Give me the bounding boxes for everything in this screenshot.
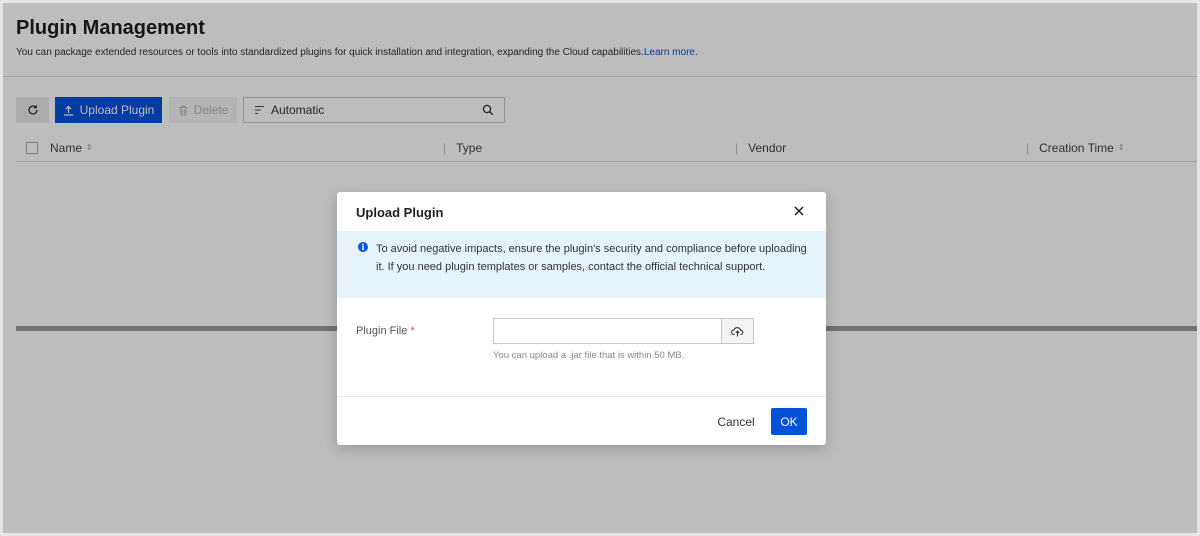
dialog-title: Upload Plugin [356, 205, 444, 220]
close-button[interactable] [790, 202, 808, 220]
plugin-file-input[interactable] [493, 318, 722, 344]
dialog-footer-divider [337, 396, 826, 397]
cloud-upload-icon [731, 326, 744, 336]
upload-plugin-dialog: Upload Plugin To avoid negative impacts,… [337, 192, 826, 445]
notice-text: To avoid negative impacts, ensure the pl… [376, 243, 807, 273]
required-marker: * [410, 325, 415, 337]
plugin-file-label-text: Plugin File [356, 325, 408, 337]
notice-banner: To avoid negative impacts, ensure the pl… [337, 231, 826, 298]
cancel-button[interactable]: Cancel [712, 409, 760, 435]
plugin-file-label: Plugin File * [356, 325, 415, 337]
file-upload-button[interactable] [721, 318, 754, 344]
file-hint: You can upload a .jar file that is withi… [493, 350, 685, 361]
ok-button[interactable]: OK [771, 408, 807, 435]
close-icon [794, 206, 804, 216]
info-icon: i [358, 242, 368, 252]
